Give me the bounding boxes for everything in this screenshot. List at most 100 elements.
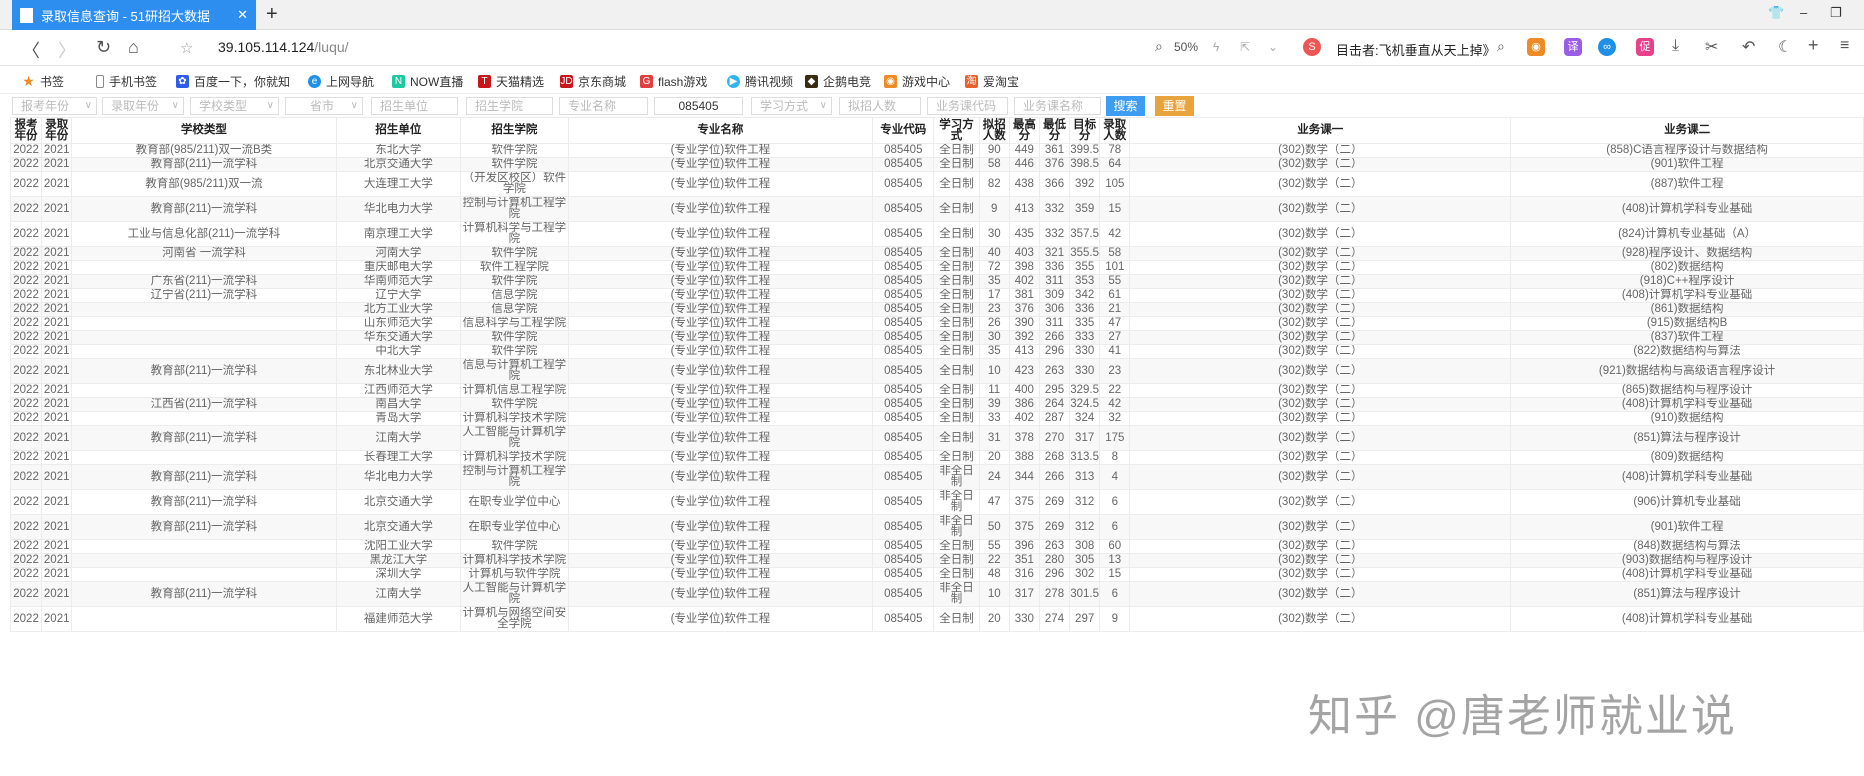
- reload-icon[interactable]: ↻: [96, 37, 111, 58]
- bookmark-item[interactable]: e 上网导航: [308, 73, 374, 90]
- bookmark-item[interactable]: ◆ 企鹅电竞: [805, 73, 871, 90]
- night-mode-icon[interactable]: ☾: [1778, 37, 1792, 57]
- table-cell: 78: [1099, 143, 1131, 158]
- bookmark-item[interactable]: Gflash游戏: [640, 73, 707, 90]
- bookmark-item[interactable]: T 天猫精选: [478, 73, 544, 90]
- course-code-input[interactable]: 业务课代码: [927, 97, 1008, 115]
- bookmark-item[interactable]: JD 京东商城: [560, 73, 626, 90]
- table-row: 2022 2021 长春理工大学 计算机科学技术学院 (专业学位)软件工程 085405 全…: [9, 450, 1864, 465]
- column-header[interactable]: 拟招人数: [978, 117, 1010, 144]
- table-cell: [71, 302, 337, 317]
- table-cell: 392: [1008, 330, 1040, 345]
- game-icon[interactable]: ◉: [1527, 38, 1545, 56]
- column-header[interactable]: 招生学院: [460, 117, 569, 144]
- bookmark-item[interactable]: ▶ 腾讯视频: [727, 73, 793, 90]
- skin-icon[interactable]: 👕: [1768, 5, 1784, 21]
- bookmark-item[interactable]: 手机书签: [96, 73, 157, 90]
- column-header[interactable]: 录取人数: [1099, 117, 1131, 144]
- share-icon[interactable]: ⇱: [1240, 40, 1250, 54]
- flash-icon[interactable]: ϟ: [1213, 40, 1219, 54]
- table-cell: [71, 260, 337, 275]
- table-cell: 2021: [41, 246, 73, 261]
- table-cell: 全日制: [933, 288, 980, 303]
- scissors-icon[interactable]: ✂: [1705, 37, 1718, 57]
- major-code-input[interactable]: 085405: [654, 97, 743, 115]
- table-cell: 330: [1069, 344, 1101, 359]
- menu-icon[interactable]: ≡: [1840, 37, 1849, 55]
- undo-icon[interactable]: ↶: [1742, 37, 1755, 57]
- promo-icon[interactable]: 促: [1636, 38, 1654, 56]
- close-tab-icon[interactable]: ✕: [237, 7, 248, 23]
- column-header[interactable]: 专业名称: [567, 117, 874, 144]
- url-field[interactable]: 39.105.114.124/luqu/: [218, 39, 349, 55]
- table-cell: 20: [978, 450, 1010, 465]
- reset-button[interactable]: 重置: [1155, 96, 1194, 116]
- table-cell: [71, 606, 337, 632]
- table-cell: 非全日制: [933, 489, 980, 515]
- translate-icon[interactable]: 译: [1564, 38, 1582, 56]
- table-cell: (865)数据结构与程序设计: [1510, 383, 1864, 398]
- college-input[interactable]: 招生学院: [466, 97, 553, 115]
- table-cell: 403: [1008, 246, 1040, 261]
- search-button[interactable]: 搜索: [1106, 96, 1145, 116]
- bookmark-item[interactable]: ★ 书签: [22, 73, 64, 90]
- quota-input[interactable]: 拟招人数: [839, 97, 921, 115]
- download-icon[interactable]: ⤓: [1672, 37, 1679, 55]
- admit-year-select[interactable]: 录取年份 ∨: [102, 97, 184, 115]
- star-icon[interactable]: ☆: [180, 39, 193, 57]
- table-cell: 268: [1038, 450, 1071, 465]
- bookmark-item[interactable]: ✿ 百度一下，你就知: [176, 73, 290, 90]
- column-header[interactable]: 目标分: [1069, 117, 1101, 144]
- infinity-icon[interactable]: ∞: [1598, 38, 1616, 56]
- restore-icon[interactable]: ❐: [1830, 5, 1842, 21]
- table-cell: (302)数学（二）: [1129, 171, 1512, 197]
- course-name-input[interactable]: 业务课名称: [1014, 97, 1101, 115]
- table-cell: (837)软件工程: [1510, 330, 1864, 345]
- column-header[interactable]: 专业代码: [872, 117, 935, 144]
- new-tab-icon[interactable]: +: [266, 3, 278, 26]
- minimize-icon[interactable]: –: [1800, 5, 1807, 20]
- sogou-search-icon[interactable]: S: [1303, 38, 1321, 56]
- school-type-select[interactable]: 学校类型 ∨: [190, 97, 279, 115]
- bookmark-item[interactable]: ◉ 游戏中心: [884, 73, 950, 90]
- forward-icon[interactable]: 〉: [58, 37, 76, 63]
- table-cell: 297: [1069, 606, 1101, 632]
- table-cell: 269: [1038, 489, 1071, 515]
- exam-year-select[interactable]: 报考年份 ∨: [12, 97, 97, 115]
- column-header[interactable]: 最高分: [1008, 117, 1040, 144]
- bookmark-item[interactable]: N NOW直播: [392, 73, 463, 90]
- ie-icon: e: [308, 75, 321, 88]
- home-icon[interactable]: ⌂: [128, 37, 139, 58]
- table-cell: 华东交通大学: [335, 330, 462, 345]
- table-cell: (918)C++程序设计: [1510, 274, 1864, 289]
- province-select[interactable]: 省市 ∨: [285, 97, 363, 115]
- table-cell: 软件学院: [460, 246, 569, 261]
- table-cell: （开发区校区）软件学院: [460, 171, 569, 197]
- table-cell: 376: [1038, 157, 1071, 172]
- add-icon[interactable]: +: [1808, 35, 1819, 56]
- search-icon[interactable]: ⌕: [1497, 38, 1505, 55]
- table-cell: 085405: [872, 274, 935, 289]
- table-cell: 全日制: [933, 411, 980, 426]
- column-header[interactable]: 业务课二: [1510, 117, 1864, 144]
- column-header[interactable]: 报考年份: [9, 117, 43, 144]
- table-cell: (专业学位)软件工程: [567, 246, 874, 261]
- chevron-down-icon[interactable]: ⌄: [1268, 40, 1278, 54]
- column-header[interactable]: 学校类型: [71, 117, 337, 144]
- column-header[interactable]: 最低分: [1038, 117, 1071, 144]
- column-header[interactable]: 学习方式: [933, 117, 980, 144]
- table-row: 2022 2021 教育部(985/211)双一流B类 东北大学 软件学院 (专业学位)软…: [9, 143, 1864, 158]
- column-header[interactable]: 录取年份: [41, 117, 73, 144]
- zoom-level[interactable]: 50%: [1174, 40, 1198, 54]
- table-cell: (专业学位)软件工程: [567, 383, 874, 398]
- tab-active[interactable]: 录取信息查询 - 51研招大数据 ✕: [12, 0, 256, 30]
- bookmark-item[interactable]: 淘爱淘宝: [965, 73, 1019, 90]
- column-header[interactable]: 招生单位: [335, 117, 462, 144]
- study-mode-select[interactable]: 学习方式 ∨: [751, 97, 832, 115]
- column-header[interactable]: 业务课一: [1129, 117, 1512, 144]
- school-input[interactable]: 招生单位: [371, 97, 458, 115]
- zoom-icon[interactable]: ⌕: [1155, 38, 1163, 55]
- search-input[interactable]: 目击者:飞机垂直从天上掉》: [1336, 40, 1496, 59]
- back-icon[interactable]: 〈: [22, 37, 40, 63]
- major-name-input[interactable]: 专业名称: [559, 97, 648, 115]
